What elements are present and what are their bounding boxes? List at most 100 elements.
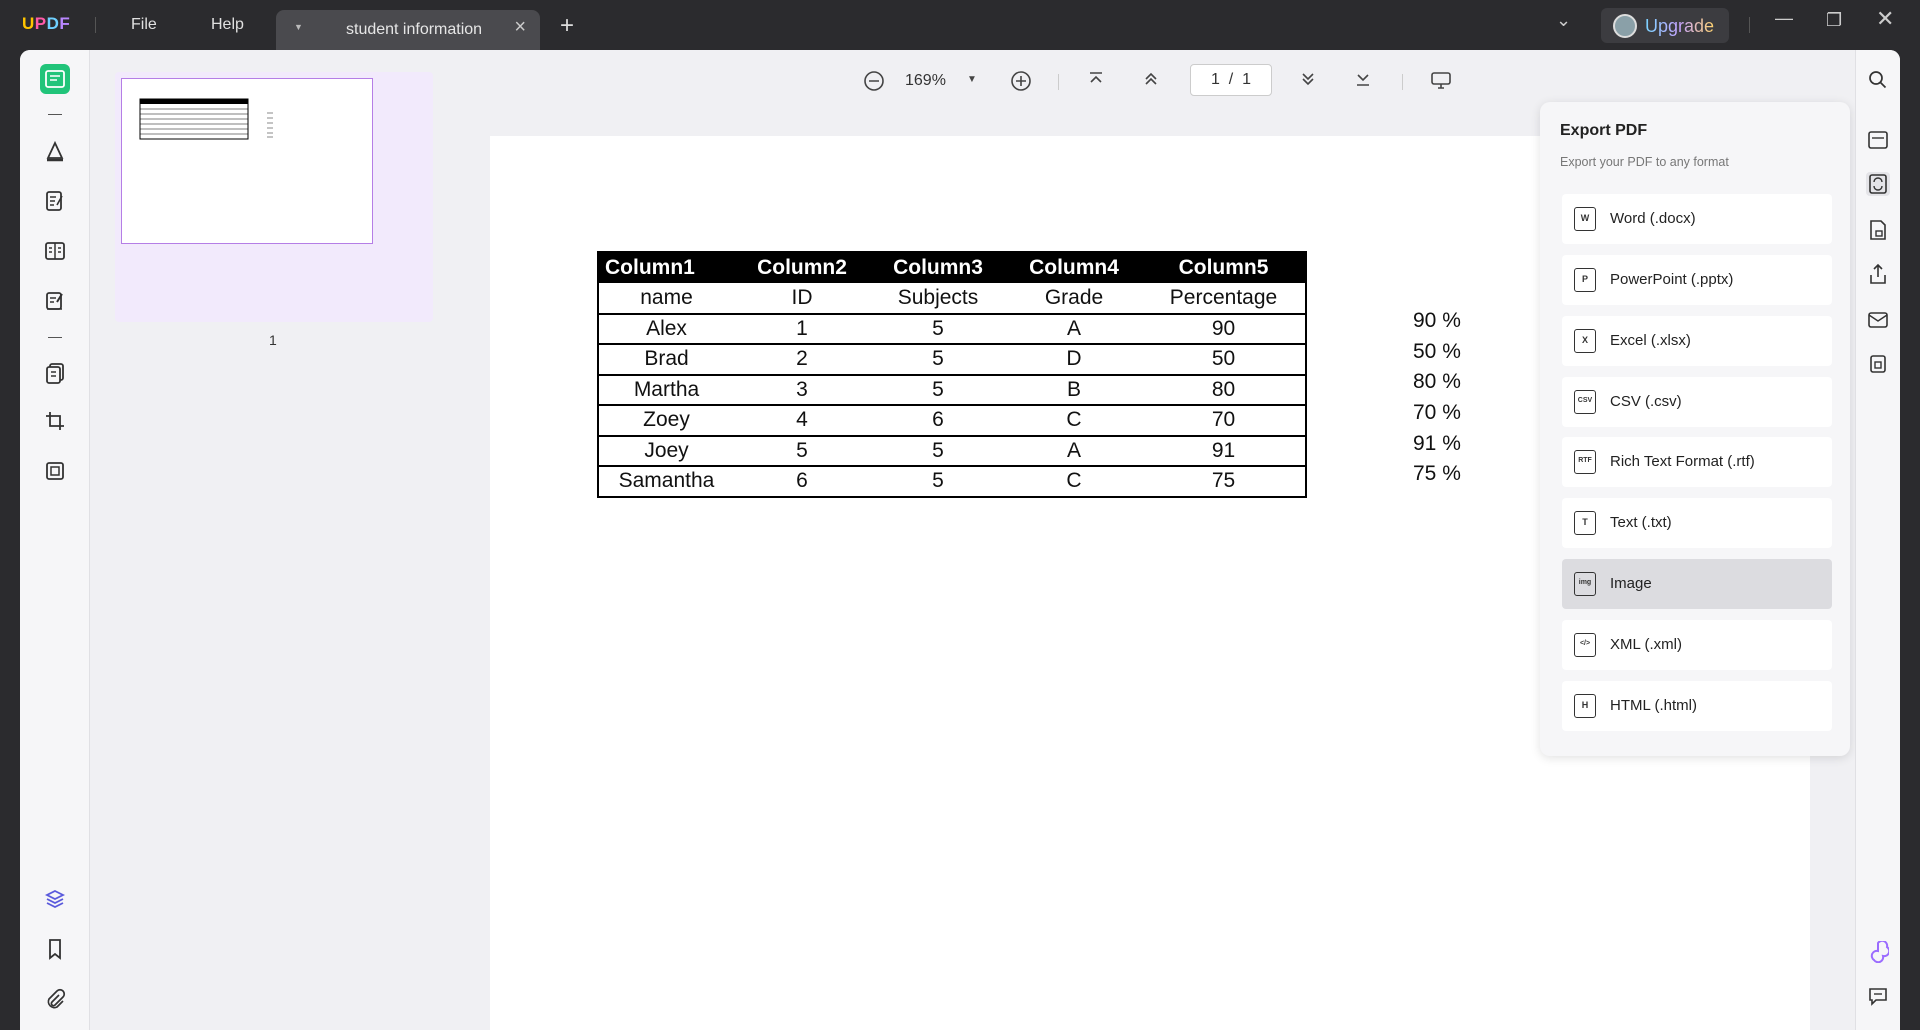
attachment-icon[interactable] (40, 984, 70, 1014)
presentation-icon[interactable] (1430, 70, 1452, 95)
export-xml-button[interactable]: </> XML (.xml) (1562, 620, 1832, 670)
export-item-label: HTML (.html) (1610, 697, 1697, 714)
document-tab[interactable]: ▼ student information × (276, 10, 540, 50)
previous-page-icon[interactable] (1142, 70, 1160, 93)
percent-value: 70 % (1413, 401, 1461, 424)
tab-title: student information (346, 21, 483, 38)
export-html-button[interactable]: H HTML (.html) (1562, 681, 1832, 731)
reader-icon[interactable] (40, 64, 70, 94)
table-cell: Joey (598, 434, 734, 466)
student-table: Column1 Column2 Column3 Column4 Column5 … (597, 251, 1307, 498)
export-item-label: Text (.txt) (1610, 514, 1672, 531)
table-row: Samantha 6 5 C 75 (598, 465, 1306, 497)
tab-dropdown-icon[interactable]: ▼ (294, 22, 303, 32)
title-bar: UPDF File Help ▼ student information × +… (0, 0, 1920, 50)
table-row: Brad 2 5 D 50 (598, 343, 1306, 375)
chevron-down-icon[interactable]: ⌄ (1556, 10, 1571, 31)
page-tools-icon[interactable] (40, 358, 70, 388)
table-cell: Martha (598, 373, 734, 405)
fill-sign-icon[interactable] (40, 286, 70, 316)
table-cell: Grade (1044, 285, 1104, 309)
email-icon[interactable] (1866, 308, 1890, 332)
word-icon: W (1574, 207, 1596, 231)
table-cell: Subjects (897, 285, 979, 309)
ocr-icon[interactable] (1866, 128, 1890, 152)
ai-assistant-icon[interactable] (1866, 940, 1890, 964)
percent-value: 80 % (1413, 370, 1461, 393)
thumbnail-pane: 1 (91, 50, 465, 1030)
table-cell: 5 (870, 373, 1006, 405)
zoom-out-icon[interactable] (863, 70, 885, 97)
menu-help[interactable]: Help (211, 16, 244, 34)
table-header-cell: Column4 (1006, 252, 1142, 283)
page-number-input[interactable]: 1 / 1 (1190, 64, 1272, 96)
toolbar-divider (48, 337, 62, 338)
comments-panel-icon[interactable] (1866, 984, 1890, 1008)
export-item-label: CSV (.csv) (1610, 393, 1682, 410)
export-panel-subtitle: Export your PDF to any format (1560, 155, 1729, 169)
table-cell: ID (791, 285, 813, 309)
thumbnail-page-number: 1 (269, 332, 277, 348)
table-cell: B (1006, 373, 1142, 405)
protect-icon[interactable] (40, 456, 70, 486)
table-cell: 5 (870, 465, 1006, 497)
export-powerpoint-button[interactable]: P PowerPoint (.pptx) (1562, 255, 1832, 305)
csv-icon: CSV (1574, 390, 1596, 414)
thumbnail-preview (139, 98, 273, 140)
table-cell: Zoey (598, 404, 734, 436)
powerpoint-icon: P (1574, 268, 1596, 292)
close-window-icon[interactable]: ✕ (1876, 6, 1894, 32)
restore-icon[interactable]: ❐ (1826, 10, 1842, 31)
organize-pages-icon[interactable] (40, 236, 70, 266)
search-icon[interactable] (1866, 68, 1890, 92)
protect-document-icon[interactable] (1866, 218, 1890, 242)
comment-icon[interactable] (40, 136, 70, 166)
minimize-icon[interactable]: — (1775, 8, 1793, 29)
menu-file[interactable]: File (131, 16, 157, 34)
toolbar-divider (48, 114, 62, 115)
table-cell: 4 (734, 404, 870, 436)
export-item-label: Excel (.xlsx) (1610, 332, 1691, 349)
table-cell: name (640, 285, 693, 309)
zoom-dropdown-icon[interactable]: ▼ (967, 74, 977, 85)
first-page-icon[interactable] (1087, 70, 1105, 93)
export-text-button[interactable]: T Text (.txt) (1562, 498, 1832, 548)
tab-close-icon[interactable]: × (514, 16, 526, 39)
export-image-button[interactable]: img Image (1562, 559, 1832, 609)
percent-value: 75 % (1413, 462, 1461, 485)
convert-icon[interactable] (1866, 172, 1890, 196)
export-word-button[interactable]: W Word (.docx) (1562, 194, 1832, 244)
export-rtf-button[interactable]: RTF Rich Text Format (.rtf) (1562, 437, 1832, 487)
export-item-label: XML (.xml) (1610, 636, 1682, 653)
export-item-label: Rich Text Format (.rtf) (1610, 453, 1755, 470)
zoom-level[interactable]: 169% (905, 72, 946, 90)
page-thumbnail[interactable] (115, 72, 433, 322)
crop-icon[interactable] (40, 406, 70, 436)
right-toolbar (1855, 50, 1900, 1030)
export-excel-button[interactable]: X Excel (.xlsx) (1562, 316, 1832, 366)
table-cell: 90 (1142, 312, 1306, 344)
main-area: 1 169% ▼ 1 / 1 Column1 Column2 Column3 C… (20, 50, 1900, 1030)
next-page-icon[interactable] (1299, 70, 1317, 93)
updf-logo: UPDF (22, 14, 71, 33)
table-cell: Samantha (598, 465, 734, 497)
table-cell: 3 (734, 373, 870, 405)
share-icon[interactable] (1866, 262, 1890, 286)
table-cell: 2 (734, 343, 870, 375)
export-pdf-panel: Export PDF Export your PDF to any format… (1540, 102, 1850, 756)
upgrade-button[interactable]: Upgrade (1601, 8, 1729, 43)
table-row: Joey 5 5 A 91 (598, 434, 1306, 466)
export-csv-button[interactable]: CSV CSV (.csv) (1562, 377, 1832, 427)
last-page-icon[interactable] (1354, 70, 1372, 93)
layers-icon[interactable] (40, 884, 70, 914)
table-header-cell: Column5 (1142, 252, 1306, 283)
new-tab-button[interactable]: + (560, 12, 574, 40)
zoom-in-icon[interactable] (1010, 70, 1032, 97)
edit-pdf-icon[interactable] (40, 186, 70, 216)
bookmark-icon[interactable] (40, 934, 70, 964)
table-cell: C (1006, 465, 1142, 497)
table-cell: 70 (1142, 404, 1306, 436)
export-item-label: Image (1610, 575, 1652, 592)
table-cell: D (1006, 343, 1142, 375)
save-as-icon[interactable] (1866, 352, 1890, 376)
